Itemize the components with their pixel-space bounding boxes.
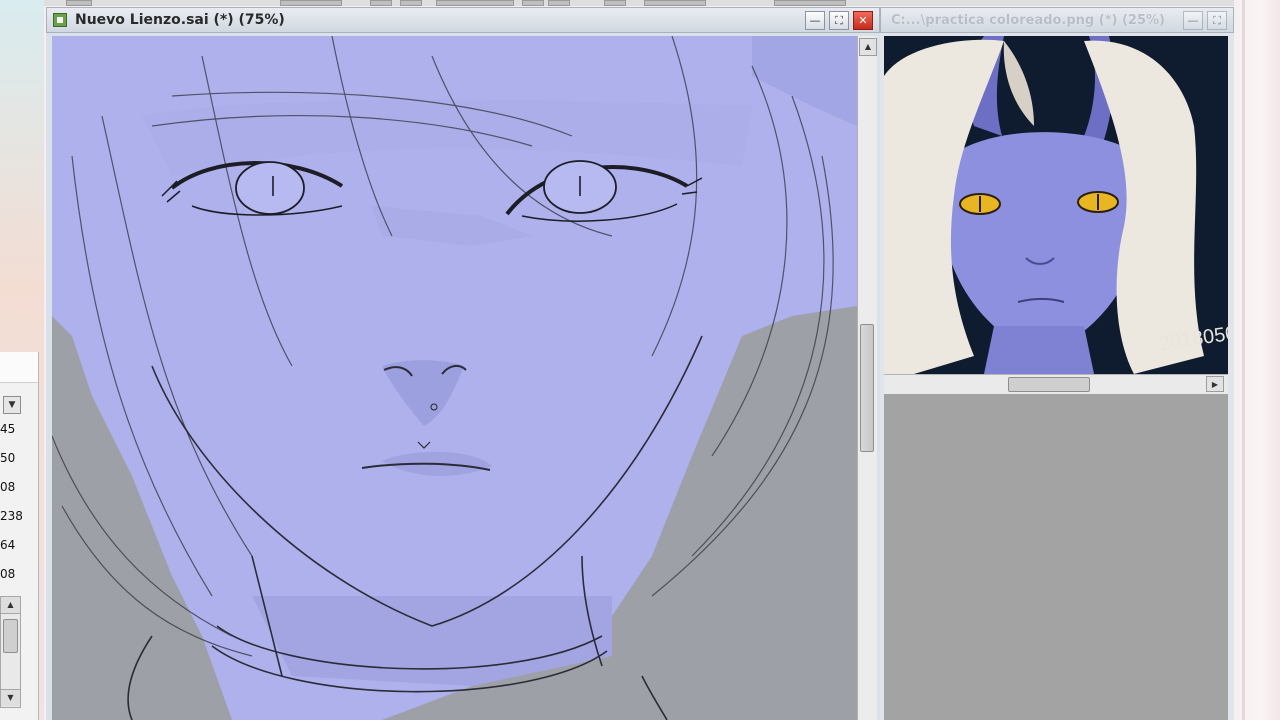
toolbar-button[interactable] [370, 0, 392, 6]
neck-shadow [252, 596, 612, 686]
toolbar-button[interactable] [66, 0, 92, 6]
value-label: 238 [0, 509, 23, 523]
reference-horizontal-scrollbar[interactable]: ▶ [884, 374, 1228, 394]
neck [984, 326, 1094, 374]
toolbar-button[interactable] [436, 0, 514, 6]
value-label: 08 [0, 567, 16, 581]
toolbar-button[interactable] [604, 0, 626, 6]
value-label: 64 [0, 538, 16, 552]
canvas-window-titlebar[interactable]: Nuevo Lienzo.sai (*) (75%) — ⛶ ✕ [46, 7, 880, 33]
maximize-button[interactable]: ⛶ [829, 11, 849, 30]
canvas-vertical-scrollbar[interactable]: ▲ [857, 36, 877, 720]
reference-empty-area [884, 394, 1228, 720]
left-properties-panel: ▼ 45 50 08 238 64 08 ▲ ▼ [0, 352, 39, 720]
window-title: Nuevo Lienzo.sai (*) (75%) [75, 12, 285, 28]
desktop-right-strip [1234, 0, 1280, 720]
value-label: 45 [0, 422, 16, 436]
minimize-button[interactable]: — [1183, 11, 1203, 30]
reference-window-titlebar[interactable]: C:...\practica coloreado.png (*) (25%) —… [880, 7, 1234, 33]
toolbar-button[interactable] [644, 0, 706, 6]
desktop-edge [1242, 0, 1245, 720]
toolbar-button[interactable] [548, 0, 570, 6]
scroll-thumb[interactable] [3, 619, 18, 653]
reference-artwork: 2018050 [884, 36, 1228, 374]
toolbar-button[interactable] [774, 0, 846, 6]
collar-side [127, 635, 153, 720]
panel-scrollbar[interactable]: ▲ ▼ [0, 596, 21, 708]
reference-image[interactable]: 2018050 [884, 36, 1228, 374]
toolbar-button[interactable] [522, 0, 544, 6]
panel-header [0, 352, 38, 383]
canvas-artwork [52, 36, 857, 720]
value-label: 08 [0, 480, 16, 494]
scroll-thumb[interactable] [1008, 377, 1090, 392]
value-label: 50 [0, 451, 16, 465]
toolbar-button[interactable] [280, 0, 342, 6]
scroll-down-icon[interactable]: ▼ [1, 689, 20, 706]
toolbar-strip [44, 0, 1234, 6]
dropdown-arrow-icon[interactable]: ▼ [3, 396, 21, 414]
maximize-button[interactable]: ⛶ [1207, 11, 1227, 30]
scroll-up-icon[interactable]: ▲ [859, 38, 877, 56]
close-button[interactable]: ✕ [853, 11, 873, 30]
scroll-up-icon[interactable]: ▲ [1, 597, 20, 614]
scroll-thumb[interactable] [860, 324, 874, 452]
window-title: C:...\practica coloreado.png (*) (25%) [891, 12, 1165, 28]
toolbar-button[interactable] [400, 0, 422, 6]
drawing-canvas[interactable] [52, 36, 857, 720]
minimize-button[interactable]: — [805, 11, 825, 30]
sai-document-icon [53, 13, 67, 27]
scroll-right-icon[interactable]: ▶ [1206, 376, 1224, 392]
collar-side [641, 675, 668, 720]
